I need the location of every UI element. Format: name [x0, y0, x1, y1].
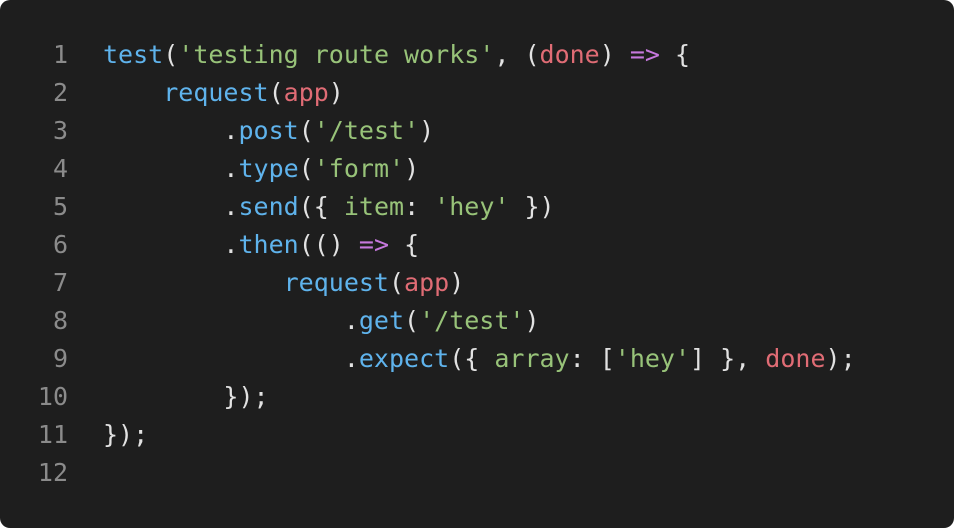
- code-token: :: [404, 192, 435, 221]
- code-token: .: [103, 154, 239, 183]
- code-token: test: [103, 40, 164, 69]
- code-text[interactable]: });: [103, 378, 269, 416]
- code-token: send: [238, 192, 299, 221]
- code-token: get: [358, 306, 405, 335]
- code-token: item: [343, 192, 405, 221]
- code-line[interactable]: 3 .post('/test'): [0, 112, 954, 150]
- line-number: 11: [37, 420, 68, 449]
- code-token: ): [404, 154, 420, 183]
- code-token: request: [283, 268, 389, 297]
- code-text[interactable]: .send({ item: 'hey' }): [103, 188, 555, 226]
- code-text[interactable]: .get('/test'): [103, 302, 540, 340]
- code-token: ({: [298, 192, 344, 221]
- code-line[interactable]: 10 });: [0, 378, 954, 416]
- code-token: request: [163, 78, 269, 107]
- code-token: .: [103, 306, 359, 335]
- code-text[interactable]: request(app): [103, 74, 344, 112]
- code-token: .: [103, 192, 239, 221]
- line-number: 5: [52, 192, 68, 221]
- code-line[interactable]: 2 request(app): [0, 74, 954, 112]
- code-text[interactable]: });: [103, 416, 148, 454]
- line-number: 2: [52, 78, 68, 107]
- code-line[interactable]: 6 .then(() => {: [0, 226, 954, 264]
- code-token: app: [283, 78, 329, 107]
- code-token: =>: [629, 40, 660, 69]
- code-line[interactable]: 5 .send({ item: 'hey' }): [0, 188, 954, 226]
- code-token: ): [449, 268, 465, 297]
- code-token: done: [539, 40, 600, 69]
- code-token: );: [825, 344, 856, 373]
- code-line[interactable]: 9 .expect({ array: ['hey'] }, done);: [0, 340, 954, 378]
- code-token: });: [103, 382, 269, 411]
- code-token: : [: [569, 344, 615, 373]
- code-token: .: [103, 230, 239, 259]
- line-number: 6: [52, 230, 68, 259]
- code-token: ] },: [690, 344, 766, 373]
- line-number: 3: [52, 116, 68, 145]
- code-token: expect: [358, 344, 450, 373]
- code-token: =>: [358, 230, 390, 259]
- code-token: ): [328, 78, 344, 107]
- code-token: post: [238, 116, 299, 145]
- code-line[interactable]: 12: [0, 454, 954, 492]
- code-text[interactable]: .post('/test'): [103, 112, 434, 150]
- code-token: 'hey': [434, 192, 510, 221]
- code-token: (: [268, 78, 284, 107]
- code-token: array: [494, 344, 570, 373]
- code-token: ({: [449, 344, 495, 373]
- code-line[interactable]: 1 test('testing route works', (done) => {: [0, 36, 954, 74]
- code-token: .: [103, 344, 359, 373]
- code-token: 'hey': [614, 344, 691, 373]
- line-number: 12: [37, 458, 68, 487]
- code-line[interactable]: 11});: [0, 416, 954, 454]
- code-token: (: [298, 116, 314, 145]
- code-token: .: [103, 116, 239, 145]
- code-token: '/test': [419, 306, 525, 335]
- code-token: (: [404, 306, 420, 335]
- code-token: , (: [494, 40, 540, 69]
- code-token: 'form': [313, 154, 405, 183]
- code-token: ((): [298, 230, 359, 259]
- code-token: ): [419, 116, 435, 145]
- code-token: then: [238, 230, 299, 259]
- line-number: 9: [52, 344, 68, 373]
- code-text[interactable]: .type('form'): [103, 150, 419, 188]
- code-token: {: [659, 40, 691, 69]
- code-token: (: [388, 268, 405, 297]
- code-text[interactable]: .then(() => {: [103, 226, 419, 264]
- code-token: ): [599, 40, 630, 69]
- code-token: '/test': [313, 116, 420, 145]
- code-token: type: [238, 154, 299, 183]
- line-number: 10: [37, 382, 68, 411]
- line-number: 8: [52, 306, 68, 335]
- code-text[interactable]: .expect({ array: ['hey'] }, done);: [103, 340, 856, 378]
- line-number: 7: [52, 268, 68, 297]
- code-editor[interactable]: 1 test('testing route works', (done) => {…: [0, 0, 954, 528]
- code-token: (: [163, 40, 179, 69]
- code-text[interactable]: test('testing route works', (done) => {: [103, 36, 690, 74]
- code-token: {: [389, 230, 420, 259]
- code-line[interactable]: 4 .type('form'): [0, 150, 954, 188]
- code-text[interactable]: request(app): [103, 264, 465, 302]
- code-token: app: [404, 268, 450, 297]
- code-token: }): [509, 192, 555, 221]
- code-token: ): [524, 306, 540, 335]
- code-token: (: [298, 154, 314, 183]
- line-number: 1: [52, 40, 68, 69]
- code-token: });: [103, 420, 149, 449]
- code-line[interactable]: 7 request(app): [0, 264, 954, 302]
- code-token: 'testing route works': [178, 40, 495, 69]
- code-line[interactable]: 8 .get('/test'): [0, 302, 954, 340]
- line-number: 4: [52, 154, 68, 183]
- code-token: done: [765, 344, 826, 373]
